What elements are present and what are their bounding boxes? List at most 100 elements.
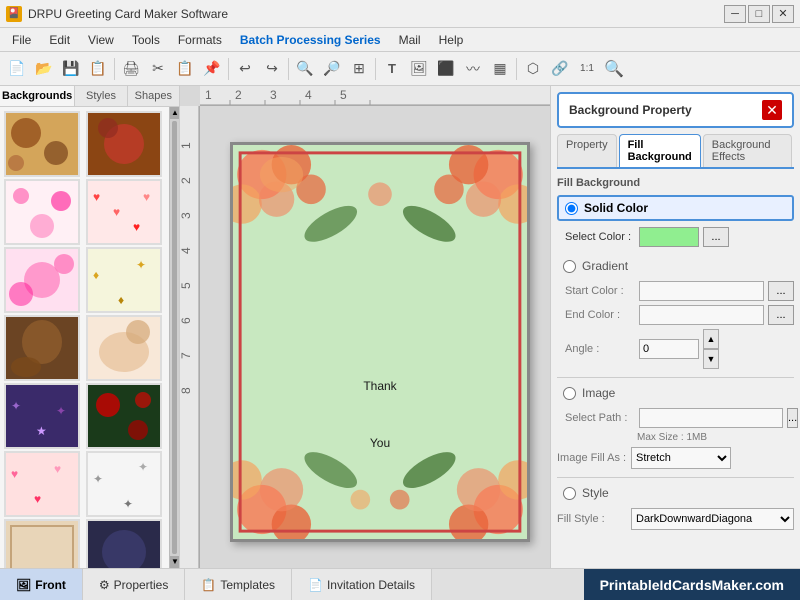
svg-text:2: 2 [180, 177, 193, 184]
prop-tab-property[interactable]: Property [557, 134, 617, 167]
tb-barcode[interactable]: ▦ [487, 56, 513, 82]
tb-fit[interactable]: ⊞ [346, 56, 372, 82]
tb-save2[interactable]: 📋 [85, 56, 111, 82]
tb-new[interactable]: 📄 [4, 56, 30, 82]
image-radio[interactable] [563, 387, 576, 400]
bg-item-9[interactable]: ✦★✦ [4, 383, 80, 449]
bg-item-11[interactable]: ♥♥♥ [4, 451, 80, 517]
bg-item-4[interactable]: ♥♥♥♥ [86, 179, 162, 245]
tb-shape[interactable]: ⬛ [433, 56, 459, 82]
bg-item-6[interactable]: ♦♦✦ [86, 247, 162, 313]
ruler-left: 1 2 3 4 5 6 7 8 [180, 106, 200, 568]
fill-style-select[interactable]: DarkDownwardDiagona Horizontal Vertical [631, 508, 794, 530]
menu-view[interactable]: View [80, 31, 122, 49]
right-panel: Background Property ✕ Property Fill Back… [550, 86, 800, 568]
tb-save[interactable]: 💾 [58, 56, 84, 82]
svg-text:♦: ♦ [93, 268, 99, 282]
end-color-input[interactable] [639, 305, 764, 325]
scroll-thumb[interactable] [172, 121, 177, 554]
angle-input[interactable] [639, 339, 699, 359]
tb-print[interactable]: 🖨 [118, 56, 144, 82]
svg-text:♥: ♥ [113, 205, 120, 219]
main-content: Backgrounds Styles Shapes ♥♥♥♥ [0, 86, 800, 568]
angle-up-btn[interactable]: ▲ [703, 329, 719, 349]
bg-item-12[interactable]: ✦✦✦ [86, 451, 162, 517]
minimize-button[interactable]: ─ [724, 5, 746, 23]
tb-cut[interactable]: ✂ [145, 56, 171, 82]
tab-properties[interactable]: ⚙ Properties [83, 569, 185, 600]
fill-as-select[interactable]: Stretch Tile Center [631, 447, 731, 469]
tab-front[interactable]: 🖼 Front [0, 569, 83, 600]
svg-text:♥: ♥ [143, 190, 150, 204]
color-swatch[interactable] [639, 227, 699, 247]
tab-invitation[interactable]: 📄 Invitation Details [292, 569, 432, 600]
end-color-btn[interactable]: ... [768, 305, 794, 325]
divider-2 [557, 477, 794, 478]
property-title: Background Property [569, 103, 692, 117]
angle-down-btn[interactable]: ▼ [703, 349, 719, 369]
tb-redo[interactable]: ↪ [259, 56, 285, 82]
tb-100[interactable]: 1:1 [574, 56, 600, 82]
bg-item-10[interactable] [86, 383, 162, 449]
bg-item-2[interactable] [86, 111, 162, 177]
property-close-button[interactable]: ✕ [762, 100, 782, 120]
menu-tools[interactable]: Tools [124, 31, 168, 49]
tb-zoom-out[interactable]: 🔎 [319, 56, 345, 82]
bg-item-3[interactable] [4, 179, 80, 245]
svg-text:✦: ✦ [11, 399, 21, 413]
gradient-radio[interactable] [563, 260, 576, 273]
tb-paste[interactable]: 📌 [199, 56, 225, 82]
svg-text:1: 1 [180, 142, 193, 149]
left-panel-scrollbar[interactable]: ▲ ▼ [169, 107, 179, 568]
tb-align[interactable]: ⬡ [520, 56, 546, 82]
start-color-input[interactable] [639, 281, 764, 301]
tb-open[interactable]: 📂 [31, 56, 57, 82]
menu-help[interactable]: Help [431, 31, 472, 49]
tab-templates[interactable]: 📋 Templates [185, 569, 292, 600]
svg-text:3: 3 [180, 212, 193, 219]
menu-formats[interactable]: Formats [170, 31, 230, 49]
bg-item-1[interactable] [4, 111, 80, 177]
tb-image[interactable]: 🖼 [406, 56, 432, 82]
tab-backgrounds[interactable]: Backgrounds [0, 86, 75, 106]
tb-copy[interactable]: 📋 [172, 56, 198, 82]
menu-batch[interactable]: Batch Processing Series [232, 31, 389, 49]
tb-zoom-in[interactable]: 🔍 [292, 56, 318, 82]
solid-color-radio[interactable] [565, 202, 578, 215]
bg-item-8[interactable] [86, 315, 162, 381]
svg-text:✦: ✦ [93, 472, 103, 486]
background-grid: ♥♥♥♥ ♦♦✦ ✦★✦ [0, 107, 169, 568]
svg-text:✦: ✦ [123, 497, 133, 511]
bg-item-5[interactable] [4, 247, 80, 313]
menu-mail[interactable]: Mail [391, 31, 429, 49]
prop-tab-fill[interactable]: Fill Background [619, 134, 701, 167]
tb-group[interactable]: 🔗 [547, 56, 573, 82]
style-radio[interactable] [563, 487, 576, 500]
prop-tab-effects[interactable]: Background Effects [703, 134, 792, 167]
tab-styles[interactable]: Styles [75, 86, 127, 106]
tb-magnify[interactable]: 🔍 [601, 56, 627, 82]
path-browse-btn[interactable]: ... [787, 408, 798, 428]
gradient-label: Gradient [582, 259, 628, 273]
bg-item-13[interactable] [4, 519, 80, 568]
maximize-button[interactable]: □ [748, 5, 770, 23]
bg-item-7[interactable] [4, 315, 80, 381]
tb-undo[interactable]: ↩ [232, 56, 258, 82]
start-color-btn[interactable]: ... [768, 281, 794, 301]
menu-edit[interactable]: Edit [41, 31, 78, 49]
tb-text[interactable]: T [379, 56, 405, 82]
svg-text:4: 4 [305, 88, 312, 102]
fill-style-row: Fill Style : DarkDownwardDiagona Horizon… [557, 508, 794, 530]
bg-item-14[interactable] [86, 519, 162, 568]
tab-shapes[interactable]: Shapes [128, 86, 179, 106]
svg-text:♥: ♥ [93, 190, 100, 204]
close-button[interactable]: ✕ [772, 5, 794, 23]
angle-label: Angle : [565, 343, 635, 355]
menu-file[interactable]: File [4, 31, 39, 49]
color-picker-button[interactable]: ... [703, 227, 729, 247]
path-input[interactable] [639, 408, 783, 428]
templates-icon: 📋 [201, 578, 216, 592]
select-path-row: Select Path : ... [557, 408, 794, 428]
tb-line[interactable]: 〰 [460, 56, 486, 82]
solid-color-row: Solid Color [557, 195, 794, 221]
